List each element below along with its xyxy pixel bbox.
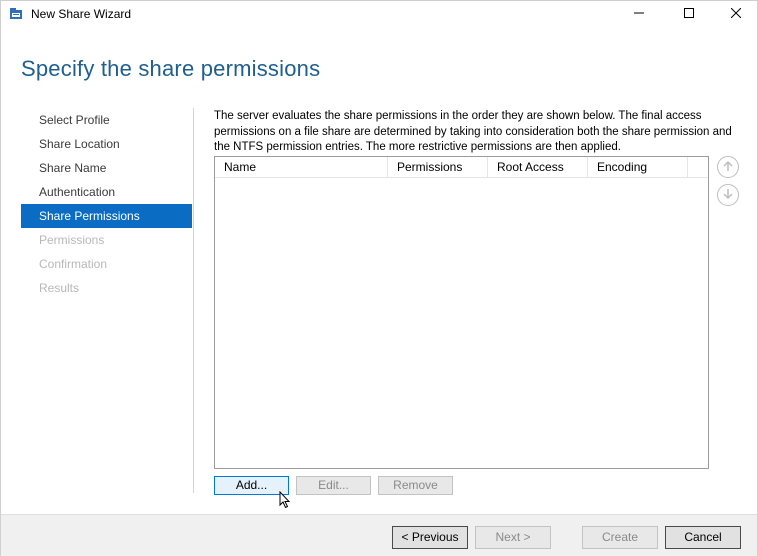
edit-button: Edit... [296,476,371,495]
permissions-table[interactable]: Name Permissions Root Access Encoding [214,156,709,469]
permissions-description: The server evaluates the share permissio… [214,110,732,153]
remove-button: Remove [378,476,453,495]
close-button[interactable] [713,1,758,27]
close-icon [730,7,742,21]
nav-divider [193,108,194,493]
nav-item-select-profile[interactable]: Select Profile [21,108,192,132]
move-up-button [717,156,739,178]
share-wizard-icon [9,7,23,21]
mouse-pointer-icon [279,490,291,509]
minimize-button[interactable] [616,1,662,27]
add-button[interactable]: Add... [214,476,289,495]
wizard-window: New Share Wizard Specify the share permi… [0,0,758,556]
column-header-permissions[interactable]: Permissions [388,157,488,177]
maximize-button[interactable] [666,1,712,27]
minimize-icon [634,7,644,21]
title-bar: New Share Wizard [1,1,757,27]
move-down-button [717,184,739,206]
nav-item-share-name[interactable]: Share Name [21,156,192,180]
nav-item-share-location[interactable]: Share Location [21,132,192,156]
cancel-button[interactable]: Cancel [665,526,741,549]
create-button: Create [582,526,658,549]
nav-item-permissions: Permissions [39,233,105,247]
nav-item-authentication[interactable]: Authentication [21,180,192,204]
page-title: Specify the share permissions [21,56,321,81]
maximize-icon [684,7,694,21]
arrow-down-circle-icon [722,188,734,203]
column-header-root-access[interactable]: Root Access [488,157,588,177]
nav-item-share-permissions[interactable]: Share Permissions [21,204,192,228]
nav-item-results: Results [39,281,80,295]
column-header-name[interactable]: Name [215,157,388,177]
table-header: Name Permissions Root Access Encoding [215,157,708,178]
column-header-encoding[interactable]: Encoding [588,157,688,177]
previous-button[interactable]: < Previous [392,526,468,549]
wizard-footer: < Previous Next > Create Cancel [1,514,757,556]
arrow-up-circle-icon [722,160,734,175]
wizard-steps-nav: Select Profile Share Location Share Name… [21,108,192,300]
next-button: Next > [475,526,551,549]
nav-item-confirmation: Confirmation [39,257,108,271]
window-title: New Share Wizard [31,7,132,21]
